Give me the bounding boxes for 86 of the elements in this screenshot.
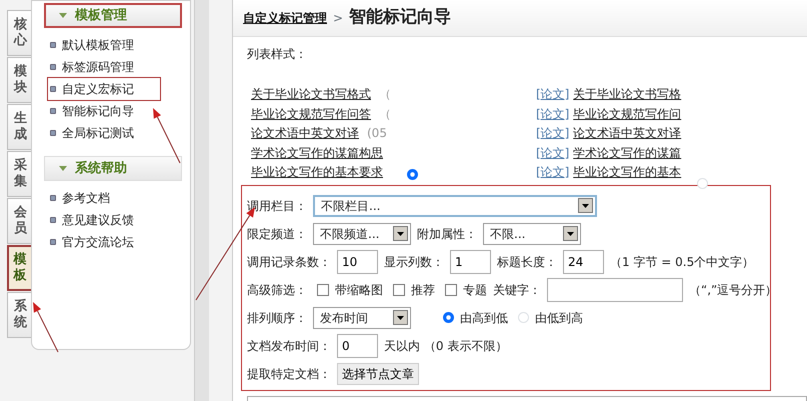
field-label: 附加属性： — [417, 226, 477, 242]
sidebar-item[interactable]: 意见建议反馈 — [48, 209, 182, 231]
article-link[interactable]: 论文术语中英文对译 — [251, 126, 359, 140]
bullet-icon — [50, 108, 56, 114]
dropdown[interactable]: 不限频道... — [313, 222, 411, 244]
sidebar-item[interactable]: 官方交流论坛 — [48, 231, 182, 253]
sidebar-item[interactable]: 参考文档 — [48, 187, 182, 209]
bullet-icon — [50, 86, 56, 92]
side-tab[interactable]: 采集 — [7, 151, 33, 197]
bullet-icon — [50, 42, 56, 48]
bullet-icon — [50, 64, 56, 70]
hint-text: 天以内 （0 表示不限） — [384, 338, 508, 354]
field-label: 高级筛选： — [247, 282, 307, 298]
field-label: 限定频道： — [247, 226, 307, 242]
tag-link[interactable]: [论文] — [536, 126, 570, 140]
page-title: 智能标记向导 — [349, 6, 452, 30]
date-text: (05 — [367, 126, 387, 140]
article-link[interactable]: 毕业论文规范写作问答 — [251, 106, 371, 120]
sidebar-item[interactable]: 标签源码管理 — [48, 56, 182, 78]
select-article-button[interactable]: 选择节点文章 — [337, 362, 419, 384]
caret-icon — [59, 166, 67, 171]
date-text: （ — [379, 106, 391, 120]
tag-link[interactable]: [论文] — [536, 146, 570, 160]
field-label: 提取特定文档： — [247, 366, 331, 382]
field-label: 关键字： — [493, 282, 541, 298]
dropdown[interactable]: 发布时间 — [313, 306, 411, 328]
input-field[interactable] — [547, 278, 683, 302]
style-radio[interactable] — [407, 168, 418, 180]
annotation-arrow — [33, 302, 58, 352]
checkbox[interactable] — [445, 284, 457, 296]
tag-link[interactable]: [论文] — [536, 87, 570, 101]
side-tab[interactable]: 会员 — [7, 198, 33, 244]
breadcrumb-link[interactable]: 自定义标记管理 — [243, 9, 327, 27]
article-link[interactable]: 毕业论文写作的基本 — [573, 165, 682, 179]
field-label: 调用记录条数： — [247, 254, 331, 270]
dropdown[interactable]: 不限栏目... — [313, 194, 597, 216]
sidebar-item[interactable]: 智能标记向导 — [48, 100, 182, 122]
article-link[interactable]: 毕业论文写作的基本要求 — [251, 165, 383, 179]
breadcrumb-separator: > — [333, 10, 344, 27]
field-label: 显示列数： — [384, 254, 444, 270]
article-link[interactable]: 关于毕业论文书写格 — [573, 87, 682, 101]
list-style-label: 列表样式： — [247, 46, 308, 63]
radio-button[interactable] — [443, 312, 454, 323]
bullet-icon — [50, 217, 56, 223]
side-tab[interactable]: 核心 — [7, 10, 33, 56]
field-label: 标题长度： — [497, 254, 557, 270]
article-link[interactable]: 关于毕业论文书写格式 — [251, 87, 371, 101]
section-header[interactable]: 系统帮助 — [44, 156, 182, 181]
side-tab[interactable]: 模板 — [7, 245, 33, 291]
bullet-icon — [50, 130, 56, 136]
bullet-icon — [50, 239, 56, 245]
side-tab[interactable]: 系统 — [7, 292, 33, 338]
tag-link[interactable]: [论文] — [536, 165, 570, 179]
side-tab[interactable]: 模块 — [7, 57, 33, 103]
input-field[interactable]: 10 — [337, 250, 378, 274]
tag-link[interactable]: [论文] — [536, 106, 570, 120]
field-label: 调用栏目： — [247, 198, 307, 214]
input-field[interactable]: 1 — [450, 250, 491, 274]
radio-label: 由低到高 — [535, 310, 583, 326]
hint-text: （1 字节 = 0.5个中文字） — [610, 254, 754, 270]
checkbox[interactable] — [393, 284, 405, 296]
hint-text: （“,”逗号分开） — [689, 282, 778, 298]
date-text: （ — [379, 87, 391, 101]
checkbox-label: 推荐 — [411, 282, 435, 298]
article-link[interactable]: 学术论文写作的谋篇构思 — [251, 146, 383, 160]
article-link[interactable]: 毕业论文规范写作问 — [573, 106, 682, 120]
input-field[interactable]: 0 — [337, 334, 378, 358]
checkbox-label: 带缩略图 — [335, 282, 383, 298]
scrollbar[interactable] — [194, 0, 209, 401]
article-link[interactable]: 论文术语中英文对译 — [573, 126, 682, 140]
sidebar-item[interactable]: 默认模板管理 — [48, 34, 182, 56]
caret-icon — [59, 13, 67, 18]
section-header[interactable]: 模板管理 — [44, 3, 182, 28]
dropdown[interactable]: 不限... — [483, 222, 581, 244]
article-link[interactable]: 学术论文写作的谋篇 — [573, 146, 682, 160]
input-field[interactable]: 24 — [563, 250, 604, 274]
bullet-icon — [50, 195, 56, 201]
checkbox-label: 专题 — [463, 282, 487, 298]
annotation-arrow — [153, 108, 180, 164]
checkbox[interactable] — [317, 284, 329, 296]
radio-label: 由高到低 — [460, 310, 508, 326]
sidebar-item[interactable]: 自定义宏标记 — [48, 78, 160, 100]
sidebar-item[interactable]: 全局标记测试 — [48, 122, 182, 144]
field-label: 排列顺序： — [247, 310, 307, 326]
field-label: 文档发布时间： — [247, 338, 331, 354]
side-tab[interactable]: 生成 — [7, 104, 33, 150]
